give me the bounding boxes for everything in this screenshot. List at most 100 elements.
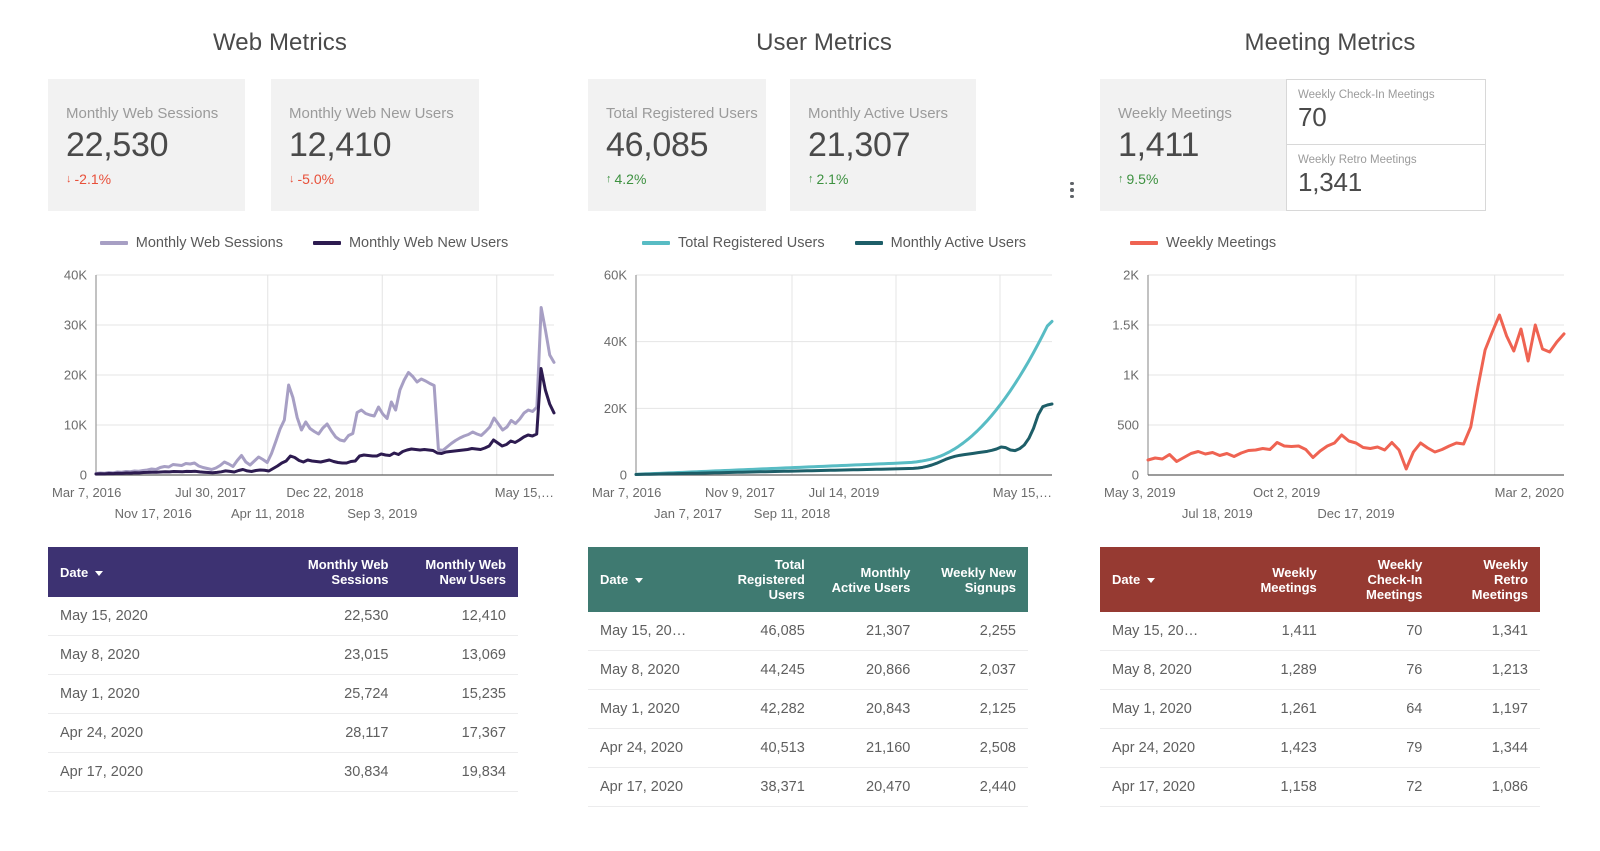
table-row[interactable]: May 8, 2020 1,289 76 1,213 xyxy=(1100,650,1540,690)
legend-item[interactable]: Monthly Web New Users xyxy=(312,235,508,251)
table-row[interactable]: Apr 24, 2020 40,513 21,160 2,508 xyxy=(588,728,1028,768)
chart-user-metrics[interactable]: 0 20K 40K 60K Mar 7, 2016 Nov 9, 2017 Jul 14, … xyxy=(588,263,1080,533)
chart-web-metrics[interactable]: 0 10K 20K 30K 40K Mar 7, 2016 Jul 30, 2017 Dec … xyxy=(48,263,560,533)
data-table: Date Total Registered Users Monthly Active… xyxy=(588,547,1028,807)
scorecard-monthly-web-sessions[interactable]: Monthly Web Sessions 22,530 ↓ -2.1% xyxy=(48,79,245,211)
table-row[interactable]: May 8, 2020 23,015 13,069 xyxy=(48,635,518,675)
column-header-weekly-check-in-meetings[interactable]: Weekly Check-In Meetings xyxy=(1329,547,1435,612)
legend-item[interactable]: Total Registered Users xyxy=(641,235,825,251)
table-row[interactable]: May 8, 2020 44,245 20,866 2,037 xyxy=(588,650,1028,690)
scorecard-monthly-web-new-users[interactable]: Monthly Web New Users 12,410 ↓ -5.0% xyxy=(271,79,479,211)
chart-meeting-metrics[interactable]: 0 500 1K 1.5K 2K May 3, 2019 Oct 2, 2019 Mar 2,… xyxy=(1100,263,1600,533)
scorecard-weekly-retro-meetings[interactable]: Weekly Retro Meetings 1,341 xyxy=(1286,145,1486,211)
column-header-monthly-active-users[interactable]: Monthly Active Users xyxy=(817,547,923,612)
sort-descending-icon xyxy=(635,578,644,584)
column-header-monthly-web-new-users[interactable]: Monthly Web New Users xyxy=(401,547,519,597)
y-axis-tick: 1K xyxy=(1123,368,1139,383)
column-header-date[interactable]: Date xyxy=(48,547,283,597)
kebab-dot xyxy=(1070,194,1074,199)
scorecard-label: Total Registered Users xyxy=(606,105,758,122)
table-row[interactable]: Apr 17, 2020 30,834 19,834 xyxy=(48,752,518,792)
x-axis-tick: Sep 11, 2018 xyxy=(754,506,830,521)
y-axis-tick: 40K xyxy=(64,268,87,283)
scorecard-value: 1,341 xyxy=(1298,167,1363,197)
y-axis-tick: 1.5K xyxy=(1112,318,1139,333)
scorecard-label: Weekly Check-In Meetings xyxy=(1298,89,1435,101)
x-axis-tick: Nov 17, 2016 xyxy=(115,506,192,521)
table-row[interactable]: May 15, 20… 1,411 70 1,341 xyxy=(1100,612,1540,651)
table-user-metrics[interactable]: Date Total Registered Users Monthly Active… xyxy=(588,547,1080,807)
cell-value: 2,125 xyxy=(922,689,1028,729)
cell-date: Apr 24, 2020 xyxy=(1100,728,1224,768)
cell-date: Apr 17, 2020 xyxy=(588,767,712,807)
cell-value: 28,117 xyxy=(283,713,401,753)
x-axis-tick: Sep 3, 2019 xyxy=(347,506,417,521)
cell-value: 70 xyxy=(1328,612,1435,651)
cell-value: 1,289 xyxy=(1223,650,1329,690)
x-axis-tick: May 3, 2019 xyxy=(1104,485,1176,500)
scorecard-row-web: Monthly Web Sessions 22,530 ↓ -2.1% Mont… xyxy=(48,79,560,211)
legend-item[interactable]: Monthly Active Users xyxy=(854,235,1026,251)
delta-text: 2.1% xyxy=(816,171,849,187)
table-row[interactable]: May 1, 2020 42,282 20,843 2,125 xyxy=(588,689,1028,729)
sort-descending-icon xyxy=(95,570,104,576)
scorecard-weekly-checkin-meetings[interactable]: Weekly Check-In Meetings 70 xyxy=(1286,79,1486,145)
x-axis-tick: Apr 11, 2018 xyxy=(231,506,304,521)
delta-text: 9.5% xyxy=(1126,171,1159,187)
scorecard-delta: ↓ -5.0% xyxy=(289,171,461,187)
legend-swatch-icon xyxy=(854,241,883,245)
chart-legend-meeting: Weekly Meetings xyxy=(1100,235,1600,251)
x-axis-tick: Mar 2, 2020 xyxy=(1495,485,1564,500)
sort-descending-icon xyxy=(1147,578,1156,584)
table-row[interactable]: May 15, 20… 46,085 21,307 2,255 xyxy=(588,612,1028,651)
page-title-meeting: Meeting Metrics xyxy=(1244,29,1416,56)
table-row[interactable]: May 1, 2020 25,724 15,235 xyxy=(48,674,518,714)
table-row[interactable]: Apr 24, 2020 28,117 17,367 xyxy=(48,713,518,753)
table-meeting-metrics[interactable]: Date Weekly Meetings Weekly Check-In Meeti… xyxy=(1100,547,1600,807)
cell-value: 72 xyxy=(1328,767,1435,807)
scorecard-weekly-meetings[interactable]: Weekly Meetings 1,411 ↑ 9.5% xyxy=(1100,79,1286,211)
column-header-label: Date xyxy=(60,564,89,580)
column-header-monthly-web-sessions[interactable]: Monthly Web Sessions xyxy=(283,547,401,597)
table-row[interactable]: Apr 17, 2020 1,158 72 1,086 xyxy=(1100,767,1540,807)
column-header-date[interactable]: Date xyxy=(588,547,711,612)
cell-value: 13,069 xyxy=(400,635,518,675)
table-header-row: Date Weekly Meetings Weekly Check-In Meeti… xyxy=(1100,547,1540,612)
cell-date: May 8, 2020 xyxy=(1100,650,1224,690)
x-axis-tick: Jul 14, 2019 xyxy=(809,485,880,500)
table-web-metrics[interactable]: Date Monthly Web Sessions Monthly Web New … xyxy=(48,547,560,792)
page-title-user: User Metrics xyxy=(756,29,892,56)
column-header-weekly-new-signups[interactable]: Weekly New Signups xyxy=(922,547,1028,612)
cell-value: 44,245 xyxy=(711,650,817,690)
more-options-icon[interactable] xyxy=(1064,179,1080,201)
cell-value: 76 xyxy=(1328,650,1435,690)
scorecard-total-registered-users[interactable]: Total Registered Users 46,085 ↑ 4.2% xyxy=(588,79,766,211)
cell-value: 79 xyxy=(1328,728,1435,768)
scorecard-value: 22,530 xyxy=(66,126,169,164)
y-axis-tick: 0 xyxy=(620,468,627,483)
cell-value: 2,440 xyxy=(922,767,1028,807)
cell-value: 12,410 xyxy=(400,597,518,636)
cell-date: May 1, 2020 xyxy=(1100,689,1224,729)
table-row[interactable]: May 15, 2020 22,530 12,410 xyxy=(48,597,518,636)
column-header-weekly-retro-meetings[interactable]: Weekly Retro Meetings xyxy=(1434,547,1540,612)
scorecard-label: Weekly Meetings xyxy=(1118,105,1232,122)
column-header-weekly-meetings[interactable]: Weekly Meetings xyxy=(1223,547,1329,612)
column-header-date[interactable]: Date xyxy=(1100,547,1223,612)
column-header-total-registered-users[interactable]: Total Registered Users xyxy=(711,547,817,612)
kebab-dot xyxy=(1070,188,1074,192)
cell-value: 1,261 xyxy=(1223,689,1329,729)
scorecard-row-user: Total Registered Users 46,085 ↑ 4.2% Mon… xyxy=(588,79,1080,211)
column-header-label: Date xyxy=(1112,572,1141,587)
table-row[interactable]: Apr 17, 2020 38,371 20,470 2,440 xyxy=(588,767,1028,807)
panel-user-metrics: User Metrics Total Registered Users 46,0… xyxy=(560,0,1080,851)
table-row[interactable]: Apr 24, 2020 1,423 79 1,344 xyxy=(1100,728,1540,768)
cell-value: 21,307 xyxy=(816,612,923,651)
table-row[interactable]: May 1, 2020 1,261 64 1,197 xyxy=(1100,689,1540,729)
page-title-web: Web Metrics xyxy=(212,29,347,56)
legend-swatch-icon xyxy=(312,241,341,245)
legend-item[interactable]: Weekly Meetings xyxy=(1130,235,1276,251)
legend-item[interactable]: Monthly Web Sessions xyxy=(99,235,283,251)
cell-value: 15,235 xyxy=(400,674,518,714)
scorecard-monthly-active-users[interactable]: Monthly Active Users 21,307 ↑ 2.1% xyxy=(790,79,976,211)
